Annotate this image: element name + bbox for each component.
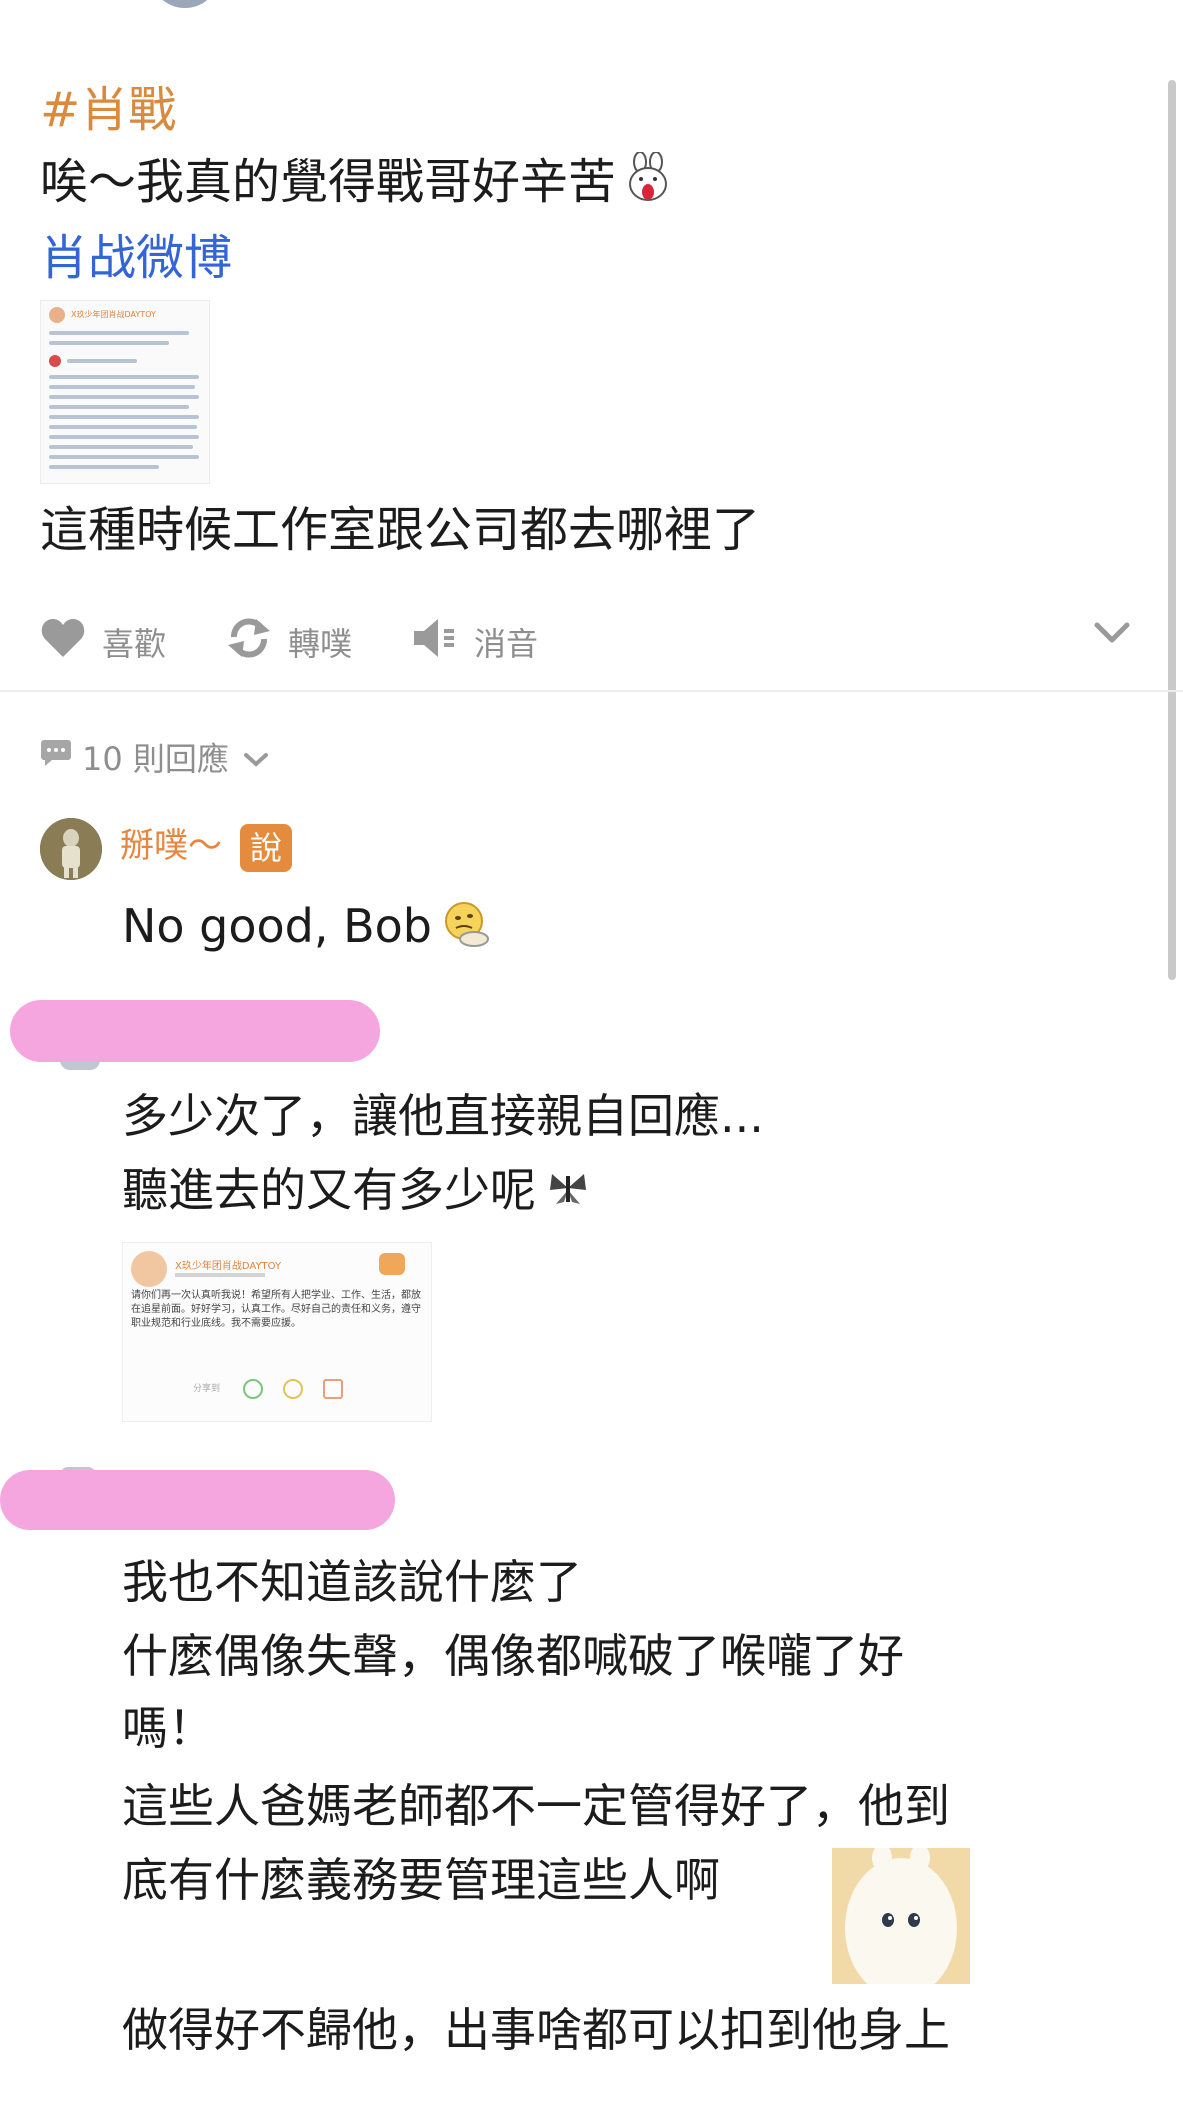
post-text: 唉～我真的覺得戰哥好辛苦	[40, 154, 617, 210]
mute-speaker-icon	[412, 617, 474, 667]
thinking-face-emoji-icon	[442, 899, 490, 961]
repost-button[interactable]: 轉噗	[226, 617, 352, 667]
like-button[interactable]: 喜歡	[40, 617, 166, 667]
post-hashtag[interactable]: #肖戰	[40, 80, 176, 140]
heart-icon	[40, 617, 102, 667]
comment-text: 聽進去的又有多少呢	[122, 1160, 590, 1224]
comment-type-badge: 說	[240, 824, 292, 872]
comment-text: 這些人爸媽老師都不一定管得好了，他到	[122, 1779, 950, 1833]
post-text-line2: 這種時候工作室跟公司都去哪裡了	[40, 502, 761, 558]
commenter-name[interactable]: 掰噗～	[120, 824, 222, 868]
like-label: 喜歡	[102, 625, 167, 663]
comment-text: No good, Bob	[122, 896, 490, 961]
thumbnail-title: X玖少年团肖战DAYTOY	[71, 310, 156, 319]
quoted-post-author: X玖少年团肖战DAYTOY	[175, 1261, 282, 1272]
redacted-commenter	[0, 1470, 395, 1530]
mute-label: 消音	[474, 625, 539, 663]
post-menu-chevron-down-icon[interactable]	[1094, 622, 1130, 648]
crying-bunny-emoji-icon	[626, 151, 672, 218]
section-divider	[0, 690, 1183, 692]
mute-button[interactable]: 消音	[412, 617, 538, 667]
comment-text: 底有什麼義務要管理這些人啊	[122, 1853, 720, 1907]
redacted-commenter	[10, 1000, 380, 1062]
weibo-link[interactable]: 肖战微博	[40, 228, 232, 288]
post-text-line1: 唉～我真的覺得戰哥好辛苦	[40, 151, 672, 218]
comment-text-content: 聽進去的又有多少呢	[122, 1163, 536, 1217]
quoted-post-image[interactable]: X玖少年团肖战DAYTOY 请你们再一次认真听我说！希望所有人把学业、工作、生活…	[122, 1242, 432, 1422]
post-action-bar: 喜歡 轉噗 消音	[40, 612, 598, 672]
replies-toggle[interactable]: 10 則回應	[40, 734, 279, 780]
share-label: 分享到	[193, 1384, 221, 1394]
speech-bubble-icon	[40, 738, 82, 776]
repost-icon	[226, 617, 288, 667]
comment-text-content: No good, Bob	[122, 899, 433, 953]
moomin-sticker-image[interactable]	[832, 1848, 970, 1984]
comment-text: 嗎！	[122, 1701, 214, 1755]
comment-text: 什麼偶像失聲，偶像都喊破了喉嚨了好	[122, 1629, 904, 1683]
scrollbar[interactable]	[1168, 80, 1176, 980]
comment-text: 多少次了，讓他直接親自回應...	[122, 1089, 764, 1143]
top-avatar-partial[interactable]	[150, 0, 220, 8]
comment-text: 我也不知道該說什麼了	[122, 1555, 582, 1609]
replies-count: 10 則回應	[82, 740, 229, 778]
comment-text: 做得好不歸他，出事啥都可以扣到他身上	[122, 2003, 950, 2057]
butterfly-emoji-icon	[546, 1164, 590, 1224]
chevron-down-icon	[243, 738, 279, 776]
repost-label: 轉噗	[288, 625, 353, 663]
commenter-avatar[interactable]	[40, 818, 102, 880]
quoted-post-body: 请你们再一次认真听我说！希望所有人把学业、工作、生活，都放在追星前面。好好学习，…	[131, 1290, 421, 1329]
post-image-thumbnail[interactable]: X玖少年团肖战DAYTOY	[40, 300, 210, 484]
